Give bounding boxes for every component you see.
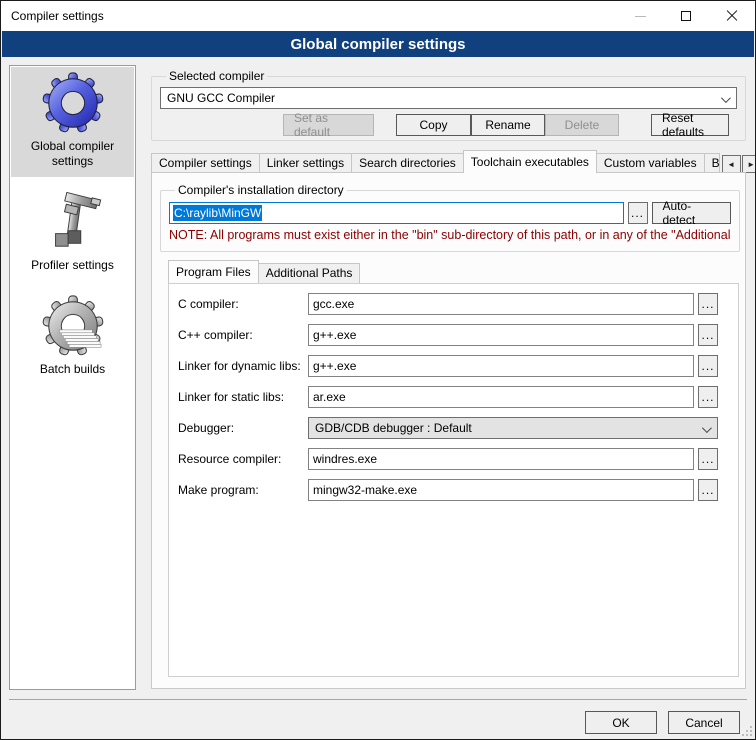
tab-scroll-left-button[interactable]: ◄ xyxy=(722,155,741,173)
reset-defaults-button[interactable]: Reset defaults xyxy=(651,114,729,136)
selected-compiler-legend: Selected compiler xyxy=(166,69,267,83)
dynamic-linker-row: Linker for dynamic libs: ... xyxy=(178,355,718,377)
auto-detect-button[interactable]: Auto-detect xyxy=(652,202,731,224)
make-program-browse-button[interactable]: ... xyxy=(698,479,718,501)
installation-directory-group: Compiler's installation directory C:\ray… xyxy=(160,183,740,252)
gray-gear-stack-icon xyxy=(42,295,104,357)
selected-compiler-group: Selected compiler GNU GCC Compiler Set a… xyxy=(151,69,746,141)
toolchain-executables-panel: Compiler's installation directory C:\ray… xyxy=(151,172,746,689)
c-compiler-browse-button[interactable]: ... xyxy=(698,293,718,315)
settings-category-list: Global compiler settings Profiler settin… xyxy=(9,65,136,690)
installation-directory-value: C:\raylib\MinGW xyxy=(173,205,262,221)
debugger-value: GDB/CDB debugger : Default xyxy=(315,421,472,435)
installation-directory-input[interactable]: C:\raylib\MinGW xyxy=(169,202,624,224)
caliper-icon xyxy=(42,191,104,253)
tab-toolchain-executables[interactable]: Toolchain executables xyxy=(463,150,597,173)
program-files-tab-strip: Program Files Additional Paths xyxy=(168,260,359,283)
minimize-icon xyxy=(635,16,646,17)
copy-button[interactable]: Copy xyxy=(396,114,471,136)
resource-compiler-browse-button[interactable]: ... xyxy=(698,448,718,470)
make-program-input[interactable] xyxy=(308,479,694,501)
sidebar-item-label: Global compiler settings xyxy=(13,139,132,169)
footer-separator xyxy=(9,699,747,700)
tab-linker-settings[interactable]: Linker settings xyxy=(259,153,352,173)
resource-compiler-row: Resource compiler: ... xyxy=(178,448,718,470)
sidebar-item-label: Profiler settings xyxy=(13,258,132,273)
title-bar: Compiler settings xyxy=(1,1,755,31)
cpp-compiler-browse-button[interactable]: ... xyxy=(698,324,718,346)
c-compiler-input[interactable] xyxy=(308,293,694,315)
tab-additional-paths[interactable]: Additional Paths xyxy=(258,263,361,283)
close-icon xyxy=(726,10,738,22)
tab-search-directories[interactable]: Search directories xyxy=(351,153,464,173)
rename-button[interactable]: Rename xyxy=(471,114,545,136)
make-program-label: Make program: xyxy=(178,483,308,497)
minimize-button[interactable] xyxy=(617,1,663,31)
make-program-row: Make program: ... xyxy=(178,479,718,501)
cpp-compiler-label: C++ compiler: xyxy=(178,328,308,342)
resource-compiler-input[interactable] xyxy=(308,448,694,470)
chevron-down-icon xyxy=(721,93,731,103)
resize-grip[interactable] xyxy=(742,726,752,736)
ok-button[interactable]: OK xyxy=(585,711,657,734)
c-compiler-label: C compiler: xyxy=(178,297,308,311)
blue-gear-icon xyxy=(42,72,104,134)
tab-build-options-clipped[interactable]: Build options xyxy=(704,153,720,173)
tab-custom-variables[interactable]: Custom variables xyxy=(596,153,705,173)
selected-compiler-value: GNU GCC Compiler xyxy=(167,91,275,105)
resource-compiler-label: Resource compiler: xyxy=(178,452,308,466)
installation-directory-legend: Compiler's installation directory xyxy=(175,183,347,197)
debugger-row: Debugger: GDB/CDB debugger : Default xyxy=(178,417,718,439)
static-linker-row: Linker for static libs: ... xyxy=(178,386,718,408)
sidebar-item-batch-builds[interactable]: Batch builds xyxy=(11,290,134,385)
selected-compiler-combobox[interactable]: GNU GCC Compiler xyxy=(160,87,737,109)
chevron-down-icon xyxy=(702,423,712,433)
c-compiler-row: C compiler: ... xyxy=(178,293,718,315)
program-files-panel: C compiler: ... C++ compiler: ... Linker… xyxy=(168,283,739,677)
maximize-icon xyxy=(681,11,691,21)
bin-subdirectory-note: NOTE: All programs must exist either in … xyxy=(169,228,731,242)
sidebar-item-global-compiler-settings[interactable]: Global compiler settings xyxy=(11,67,134,177)
cancel-button[interactable]: Cancel xyxy=(668,711,740,734)
banner-title: Global compiler settings xyxy=(290,36,465,53)
dynamic-linker-label: Linker for dynamic libs: xyxy=(178,359,308,373)
static-linker-input[interactable] xyxy=(308,386,694,408)
cpp-compiler-input[interactable] xyxy=(308,324,694,346)
tab-compiler-settings[interactable]: Compiler settings xyxy=(151,153,260,173)
debugger-combobox[interactable]: GDB/CDB debugger : Default xyxy=(308,417,718,439)
static-linker-browse-button[interactable]: ... xyxy=(698,386,718,408)
maximize-button[interactable] xyxy=(663,1,709,31)
sidebar-item-profiler-settings[interactable]: Profiler settings xyxy=(11,186,134,281)
scroll-right-icon: ► xyxy=(747,160,755,169)
dialog-banner: Global compiler settings xyxy=(2,31,754,57)
tab-program-files[interactable]: Program Files xyxy=(168,260,259,283)
close-button[interactable] xyxy=(709,1,755,31)
set-as-default-button[interactable]: Set as default xyxy=(283,114,374,136)
tab-scroll-right-button[interactable]: ► xyxy=(742,155,756,173)
static-linker-label: Linker for static libs: xyxy=(178,390,308,404)
dynamic-linker-input[interactable] xyxy=(308,355,694,377)
compiler-settings-dialog: Compiler settings Global compiler settin… xyxy=(0,0,756,740)
dialog-content: Global compiler settings Profiler settin… xyxy=(1,57,755,739)
browse-directory-button[interactable]: ... xyxy=(628,202,648,224)
settings-tab-strip: Compiler settings Linker settings Search… xyxy=(151,150,746,173)
debugger-label: Debugger: xyxy=(178,421,308,435)
dynamic-linker-browse-button[interactable]: ... xyxy=(698,355,718,377)
delete-button[interactable]: Delete xyxy=(545,114,619,136)
window-title: Compiler settings xyxy=(11,9,104,23)
scroll-left-icon: ◄ xyxy=(727,160,735,169)
cpp-compiler-row: C++ compiler: ... xyxy=(178,324,718,346)
sidebar-item-label: Batch builds xyxy=(13,362,132,377)
